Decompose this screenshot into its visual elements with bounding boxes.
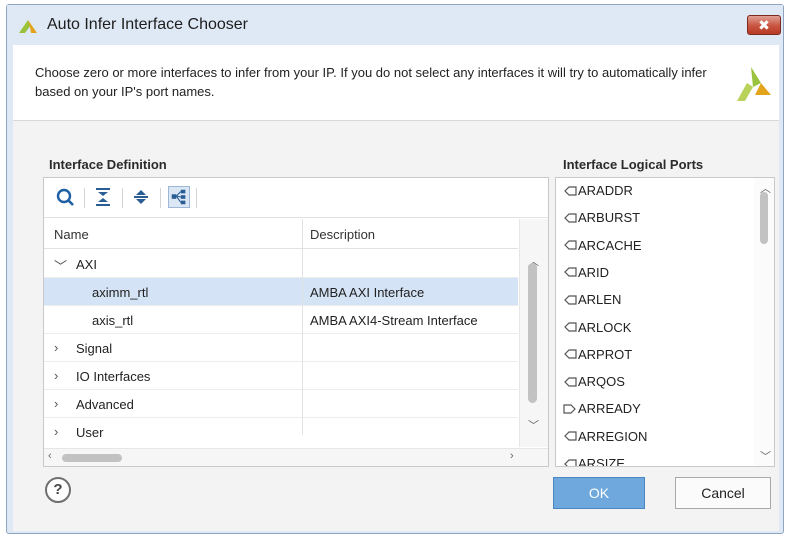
- header-banner: Choose zero or more interfaces to infer …: [13, 45, 779, 121]
- port-label: ARSIZE: [578, 456, 625, 467]
- port-item[interactable]: ARCACHE: [562, 237, 642, 259]
- port-label: ARREGION: [578, 428, 648, 444]
- scroll-down-icon[interactable]: ﹀: [528, 417, 539, 433]
- tree-horizontal-scrollbar[interactable]: ‹ ›: [44, 448, 548, 466]
- tree-row-axi[interactable]: ﹀ AXI: [44, 250, 518, 278]
- port-item[interactable]: ARBURST: [562, 209, 640, 231]
- scroll-thumb[interactable]: [62, 454, 122, 462]
- tree-row-name: Advanced: [76, 397, 134, 412]
- port-label: ARREADY: [578, 401, 641, 417]
- column-header-description[interactable]: Description: [310, 227, 375, 242]
- port-label: ARPROT: [578, 346, 633, 362]
- logical-ports-list: ARADDR ARBURST ARCACHE ARID ARLEN ARLOCK ARPRO…: [555, 177, 775, 467]
- interface-logical-ports-label: Interface Logical Ports: [563, 157, 704, 172]
- port-label: ARID: [578, 264, 610, 280]
- tree-column-header: Name Description: [44, 219, 518, 249]
- tree-row-io-interfaces[interactable]: › IO Interfaces: [44, 362, 518, 390]
- input-port-icon: [564, 458, 577, 466]
- tree-row-description: AMBA AXI4-Stream Interface: [310, 313, 478, 328]
- window-title: Auto Infer Interface Chooser: [47, 16, 248, 33]
- tree-row-description: AMBA AXI Interface: [310, 285, 425, 300]
- scroll-thumb[interactable]: [528, 263, 537, 403]
- hierarchy-icon[interactable]: [168, 186, 190, 208]
- input-port-icon: [564, 213, 577, 223]
- port-label: ARLOCK: [578, 319, 632, 335]
- tree-toolbar: [44, 178, 548, 218]
- cancel-button[interactable]: Cancel: [675, 477, 771, 509]
- scroll-down-icon[interactable]: ﹀: [760, 448, 771, 464]
- tree-row-name: IO Interfaces: [76, 369, 151, 384]
- port-label: ARCACHE: [578, 237, 642, 253]
- port-label: ARADDR: [578, 183, 633, 199]
- chevron-right-icon[interactable]: ›: [54, 368, 66, 383]
- port-item[interactable]: ARREADY: [562, 400, 641, 422]
- input-port-icon: [564, 240, 577, 250]
- input-port-icon: [564, 267, 577, 278]
- column-divider[interactable]: [302, 219, 303, 435]
- input-port-icon: [564, 349, 577, 359]
- chevron-right-icon[interactable]: ›: [54, 396, 66, 411]
- input-port-icon: [564, 185, 577, 196]
- dialog-window: Auto Infer Interface Chooser ✖ Choose ze…: [6, 4, 784, 534]
- vivado-logo-icon: [19, 20, 37, 33]
- toolbar-separator: [84, 188, 85, 208]
- search-icon[interactable]: [54, 186, 76, 208]
- scroll-left-icon[interactable]: ‹: [48, 450, 52, 462]
- interface-definition-panel: Name Description ﹀ AXI aximm_rtl AMBA AX…: [43, 177, 549, 467]
- tree-row-name: User: [76, 425, 104, 440]
- port-item[interactable]: ARADDR: [562, 182, 633, 204]
- scroll-thumb[interactable]: [760, 192, 768, 244]
- port-label: ARQOS: [578, 374, 625, 390]
- interface-definition-label: Interface Definition: [49, 157, 167, 172]
- chevron-right-icon[interactable]: ›: [54, 424, 66, 439]
- input-port-icon: [564, 295, 577, 305]
- input-port-icon: [564, 322, 577, 332]
- ports-vertical-scrollbar[interactable]: ︿ ﹀: [754, 178, 774, 466]
- port-item[interactable]: ARSIZE: [562, 455, 625, 467]
- toolbar-separator: [196, 188, 197, 208]
- toolbar-separator: [160, 188, 161, 208]
- port-item[interactable]: ARID: [562, 264, 609, 286]
- tree-row-signal[interactable]: › Signal: [44, 334, 518, 362]
- tree-row-user[interactable]: › User: [44, 418, 518, 446]
- tree-row-advanced[interactable]: › Advanced: [44, 390, 518, 418]
- chevron-down-icon[interactable]: ﹀: [54, 256, 67, 275]
- ok-button[interactable]: OK: [553, 477, 645, 509]
- output-port-icon: [563, 404, 576, 414]
- collapse-all-icon[interactable]: [92, 186, 114, 208]
- port-item[interactable]: ARQOS: [562, 373, 625, 395]
- banner-description: Choose zero or more interfaces to infer …: [35, 65, 707, 99]
- port-item[interactable]: ARLEN: [562, 291, 621, 313]
- port-label: ARBURST: [578, 210, 641, 226]
- chevron-right-icon[interactable]: ›: [54, 340, 66, 355]
- help-button[interactable]: ?: [45, 477, 71, 503]
- tree-row-name: axis_rtl: [92, 313, 134, 328]
- tree-row-name: AXI: [76, 257, 97, 272]
- port-item[interactable]: ARPROT: [562, 346, 632, 368]
- input-port-icon: [564, 377, 577, 387]
- close-button[interactable]: ✖: [747, 15, 781, 35]
- toolbar-separator: [122, 188, 123, 208]
- port-item[interactable]: ARREGION: [562, 428, 647, 450]
- tree-row-aximm-rtl[interactable]: aximm_rtl AMBA AXI Interface: [44, 278, 518, 306]
- port-label: ARLEN: [578, 292, 622, 308]
- scroll-right-icon[interactable]: ›: [510, 450, 514, 462]
- vivado-banner-logo-icon: [737, 67, 771, 101]
- column-header-name[interactable]: Name: [54, 227, 89, 242]
- title-bar[interactable]: Auto Infer Interface Chooser ✖: [7, 5, 783, 45]
- tree-row-name: aximm_rtl: [92, 285, 149, 300]
- tree-row-name: Signal: [76, 341, 113, 356]
- tree-row-axis-rtl[interactable]: axis_rtl AMBA AXI4-Stream Interface: [44, 306, 518, 334]
- tree-vertical-scrollbar[interactable]: ︿ ﹀: [519, 219, 548, 447]
- input-port-icon: [564, 431, 577, 441]
- dialog-body: Choose zero or more interfaces to infer …: [13, 45, 779, 531]
- expand-all-icon[interactable]: [130, 186, 152, 208]
- port-item[interactable]: ARLOCK: [562, 319, 631, 341]
